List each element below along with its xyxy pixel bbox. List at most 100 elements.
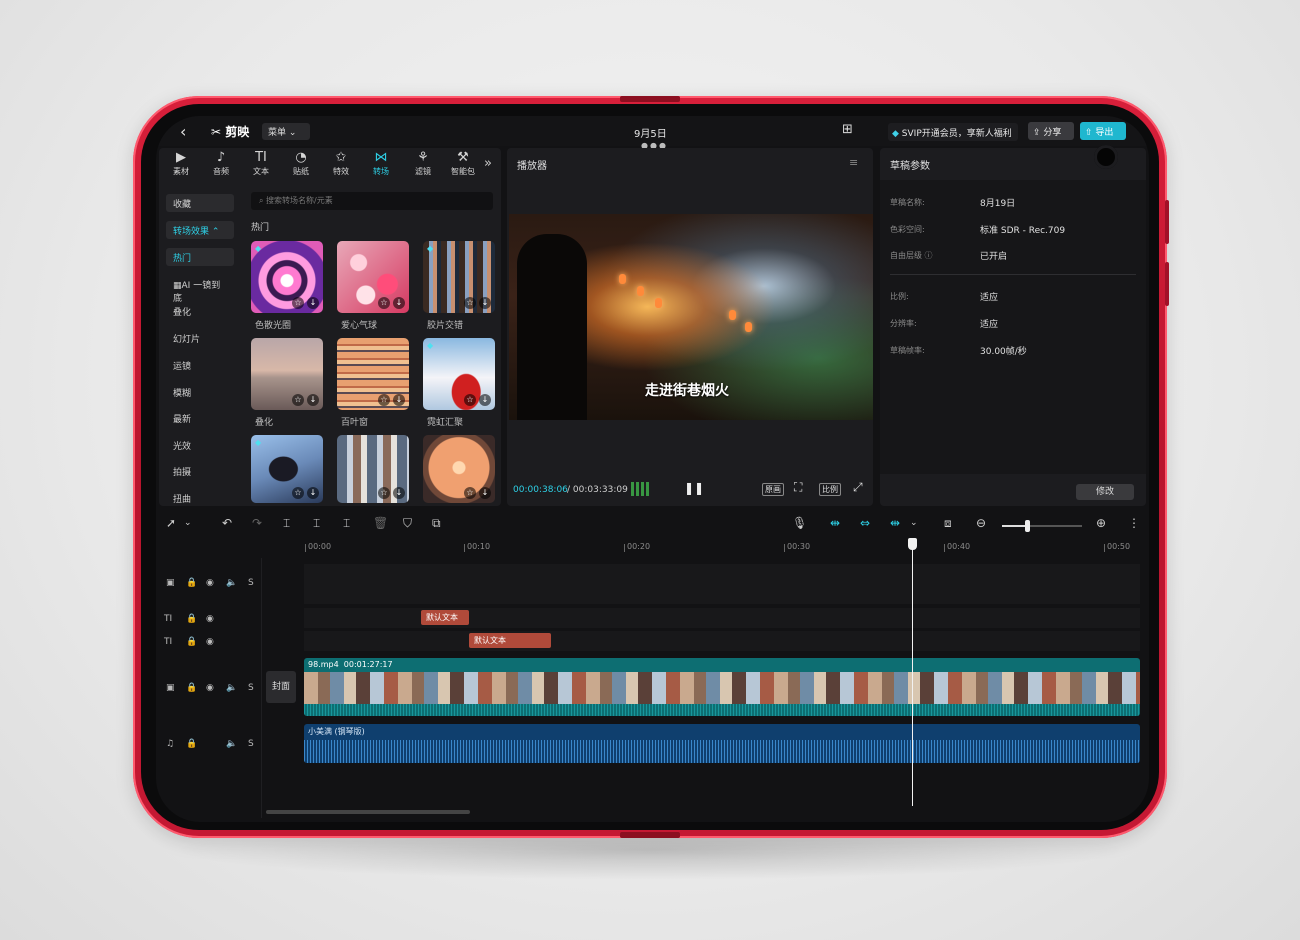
category-blur[interactable]: 模糊 [166,383,234,401]
video-subtitle[interactable]: 走进街巷烟火 [645,380,729,400]
overlay-lane[interactable] [304,564,1140,604]
category-dissolve[interactable]: 叠化 [166,302,234,320]
svip-banner[interactable]: ◆ SVIP开通会员，享新人福利 [888,123,1018,141]
star-icon[interactable]: ☆ [378,394,390,406]
solo-icon[interactable]: S [248,739,254,749]
zoom-slider-handle[interactable] [1025,520,1030,532]
category-latest[interactable]: 最新 [166,409,234,427]
zoom-out-icon[interactable]: ⊖ [976,516,986,530]
speaker-icon[interactable]: 🔈 [226,739,237,749]
star-icon[interactable]: ☆ [378,297,390,309]
category-transition-effects[interactable]: 转场效果 ⌃ [166,221,234,239]
tab-filter[interactable]: ⚘ 滤镜 [403,150,443,182]
download-icon[interactable]: ↓ [307,297,319,309]
lock-icon[interactable]: 🔒 [186,614,197,624]
split-icon[interactable]: ⌶ [283,516,290,531]
solo-icon[interactable]: S [248,578,254,588]
speaker-icon[interactable]: 🔈 [226,683,237,693]
eye-icon[interactable]: ◉ [206,614,214,624]
pause-icon[interactable]: ❚❚ [684,481,704,495]
timeline-scrollbar[interactable] [266,810,470,814]
undo-icon[interactable]: ↶ [222,516,232,530]
eye-icon[interactable]: ◉ [206,683,214,693]
star-icon[interactable]: ☆ [292,487,304,499]
tab-smart-pack[interactable]: ⚒ 智能包 [443,150,483,182]
category-camera-move[interactable]: 运镜 [166,356,234,374]
speaker-icon[interactable]: 🔈 [226,578,237,588]
marker-icon[interactable]: ⛉ [403,516,412,531]
star-icon[interactable]: ☆ [292,297,304,309]
category-light[interactable]: 光效 [166,436,234,454]
auto-snap-icon[interactable]: ⇔ [860,516,870,530]
transition-thumb[interactable]: ☆ ↓ [251,338,323,410]
star-icon[interactable]: ☆ [464,487,476,499]
back-icon[interactable]: ‹ [180,122,186,141]
time-ruler[interactable]: 00:00 00:10 00:20 00:30 00:40 00:50 [304,540,1149,554]
chevron-down-icon[interactable]: ⌄ [910,518,918,528]
delete-icon[interactable]: 🗑 [373,516,388,530]
hamburger-icon[interactable]: ≡ [849,156,858,169]
auto-caption-icon[interactable]: ⧉ [432,516,441,531]
text-lane-2[interactable] [304,631,1140,651]
share-button[interactable]: ⇪ 分享 [1028,122,1074,140]
original-quality-button[interactable]: 原画 [762,483,784,496]
playhead-line[interactable] [912,546,913,806]
download-icon[interactable]: ↓ [479,487,491,499]
music-clip[interactable]: 小美满 (钢琴版) [304,724,1140,763]
category-ai-one-shot[interactable]: ▦AI 一镜到底 [166,275,234,304]
download-icon[interactable]: ↓ [307,394,319,406]
transition-thumb[interactable]: ◆ ☆ ↓ [423,241,495,313]
focus-frame-icon[interactable]: ⛶ [794,480,802,495]
solo-icon[interactable]: S [248,683,254,693]
download-icon[interactable]: ↓ [393,487,405,499]
main-track-magnet-icon[interactable]: ⇹ [830,516,840,530]
menu-dropdown[interactable]: 菜单 ⌄ [262,123,310,140]
eye-icon[interactable]: ◉ [206,637,214,647]
star-icon[interactable]: ☆ [292,394,304,406]
star-icon[interactable]: ☆ [464,297,476,309]
download-icon[interactable]: ↓ [479,394,491,406]
lock-icon[interactable]: 🔒 [186,683,197,693]
microphone-icon[interactable]: 🎙 [792,516,807,530]
lock-icon[interactable]: 🔒 [186,578,197,588]
main-video-clip[interactable]: 98.mp4 00:01:27:17 [304,658,1140,716]
fullscreen-icon[interactable]: ⤢ [853,480,863,495]
tab-transition[interactable]: ⋈ 转场 [361,150,401,182]
zoom-in-icon[interactable]: ⊕ [1096,516,1106,530]
download-icon[interactable]: ↓ [479,297,491,309]
preview-axis-icon[interactable]: ⧈ [944,516,952,531]
download-icon[interactable]: ↓ [307,487,319,499]
modify-button[interactable]: 修改 [1076,484,1134,500]
tab-text[interactable]: TI 文本 [241,150,281,182]
redo-icon[interactable]: ↷ [252,516,262,530]
transition-thumb[interactable]: ☆ ↓ [423,435,495,503]
category-distort[interactable]: 扭曲 [166,489,234,507]
category-shoot[interactable]: 拍摄 [166,462,234,480]
lock-icon[interactable]: 🔒 [186,637,197,647]
export-button[interactable]: ⇧ 导出 [1080,122,1126,140]
transition-thumb[interactable]: ☆ ↓ [337,435,409,503]
layout-icon[interactable]: ⊞ [842,122,853,137]
download-icon[interactable]: ↓ [393,297,405,309]
tab-material[interactable]: ▶ 素材 [161,150,201,182]
transition-thumb[interactable]: ☆ ↓ [337,338,409,410]
tab-audio[interactable]: ♪ 音频 [201,150,241,182]
more-tabs-icon[interactable]: » [484,156,492,171]
category-favorites[interactable]: 收藏 [166,194,234,212]
text-clip[interactable]: 默认文本 [469,633,551,648]
chevron-down-icon[interactable]: ⌄ [184,518,192,528]
video-preview[interactable]: 走进街巷烟火 [509,214,873,420]
cover-button[interactable]: 封面 [266,671,296,703]
ratio-button[interactable]: 比例 [819,483,841,496]
search-input[interactable]: ⌕ 搜索转场名称/元素 [251,192,493,210]
transition-thumb[interactable]: ☆ ↓ [337,241,409,313]
star-icon[interactable]: ☆ [464,394,476,406]
transition-thumb[interactable]: ◆ ☆ ↓ [423,338,495,410]
eye-icon[interactable]: ◉ [206,578,214,588]
more-options-icon[interactable]: ⋮ [1128,516,1140,530]
select-cursor-icon[interactable]: ➚ [166,516,176,530]
text-clip[interactable]: 默认文本 [421,610,469,625]
star-icon[interactable]: ☆ [378,487,390,499]
category-slideshow[interactable]: 幻灯片 [166,329,234,347]
download-icon[interactable]: ↓ [393,394,405,406]
